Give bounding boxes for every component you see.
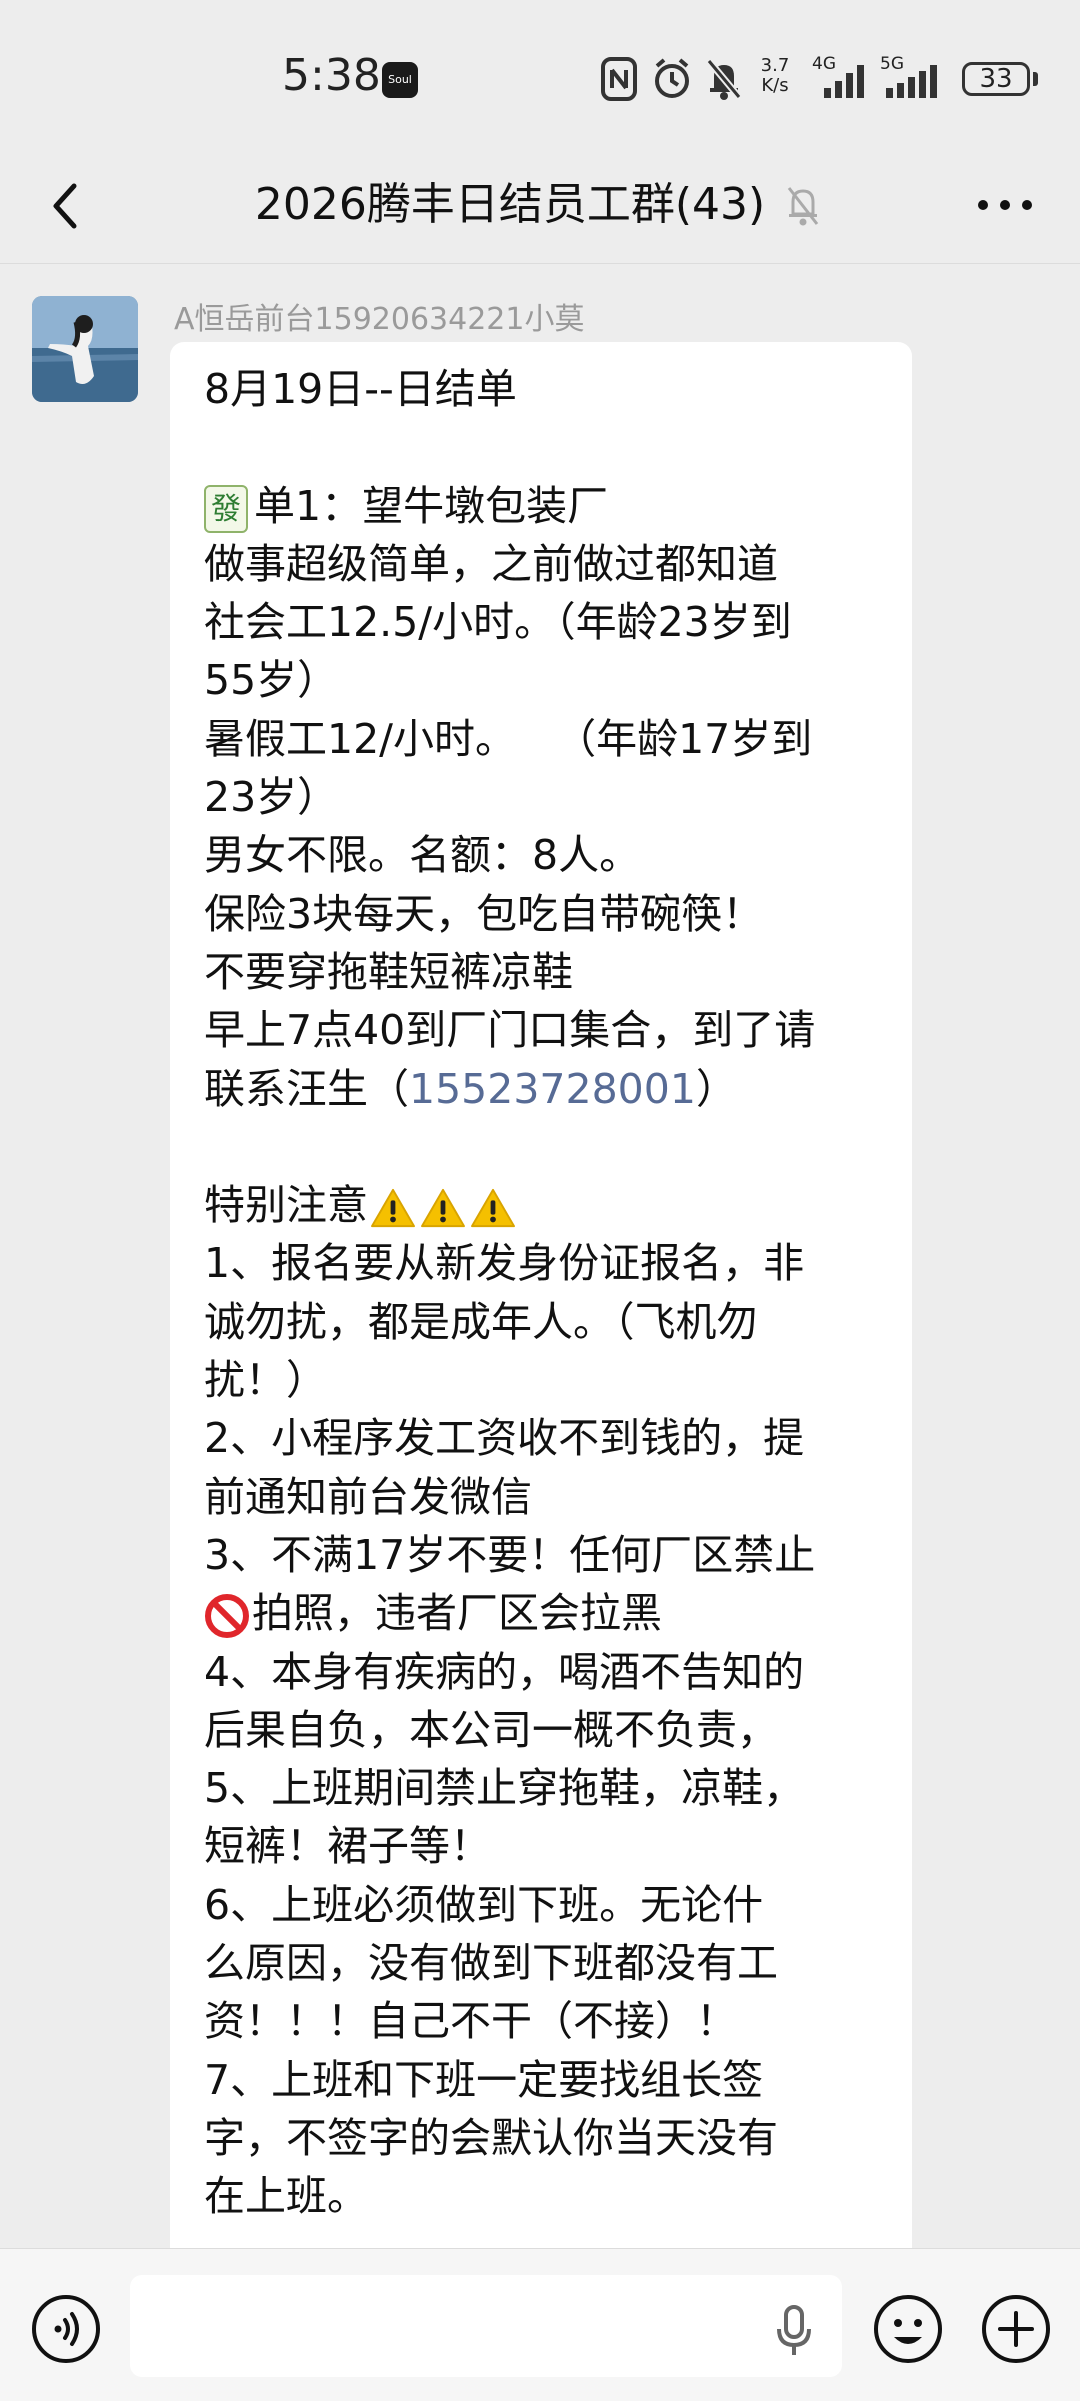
message-line-text: ） <box>695 1064 737 1113</box>
message-line: 4、本身有疾病的，喝酒不告知的 <box>204 1647 805 1696</box>
avatar[interactable] <box>32 296 138 402</box>
mute-bell-icon <box>787 187 819 226</box>
message-line: 男女不限。名额：8人。 <box>204 831 641 880</box>
message-line: 在上班。 <box>204 2172 368 2221</box>
message-line: 5、上班期间禁止穿拖鞋，凉鞋， <box>204 1764 805 1813</box>
avatar-image <box>32 296 138 402</box>
message-line: 不要穿拖鞋短裤凉鞋 <box>204 947 573 996</box>
message-line: 發单1：望牛墩包装厂 <box>204 477 894 535</box>
nfc-icon <box>601 57 637 101</box>
message-bubble[interactable]: 8月19日--日结单 發单1：望牛墩包装厂 做事超级简单，之前做过都知道 社会工… <box>170 342 912 2262</box>
chat-header: 2026腾丰日结员工群(43) <box>0 150 1080 265</box>
more-icon[interactable] <box>975 195 1035 215</box>
message-line: 2、小程序发工资收不到钱的，提 <box>204 1414 805 1463</box>
warning-icon <box>471 1189 515 1228</box>
header-divider <box>0 263 1080 264</box>
no-entry-icon <box>205 1594 249 1639</box>
message-line: 资！！！自己不干（不接）！ <box>204 1997 737 2046</box>
message-line: 社会工12.5/小时。（年龄23岁到 <box>204 598 792 647</box>
message-line: 8月19日--日结单 <box>204 365 517 413</box>
status-bar: 5:38 Soul 3.7 K/s 4G 5G 33 <box>0 0 1080 150</box>
message-line: 55岁） <box>204 656 339 705</box>
message-line-text: 特别注意 <box>204 1181 368 1230</box>
status-time: 5:38 <box>282 50 381 101</box>
message-line: 短裤！裙子等！ <box>204 1822 491 1871</box>
message-line-text: 拍照，违者厂区会拉黑 <box>252 1589 662 1638</box>
mahjong-fa-icon: 發 <box>204 484 248 533</box>
message-line-text: 联系汪生（ <box>204 1064 409 1113</box>
message-line: 做事超级简单，之前做过都知道 <box>204 539 778 588</box>
message-line: 后果自负，本公司一概不负责， <box>204 1705 778 1754</box>
battery-icon: 33 <box>962 62 1030 96</box>
voice-icon[interactable] <box>30 2293 102 2365</box>
silent-bell-icon <box>706 58 742 100</box>
message-line-text: 单1：望牛墩包装厂 <box>254 481 609 530</box>
signal-icon <box>886 65 937 98</box>
message-line: 7、上班和下班一定要找组长签 <box>204 2055 764 2104</box>
sender-name: A恒岳前台15920634221小莫 <box>174 302 585 337</box>
message-line: 拍照，违者厂区会拉黑 <box>204 1584 894 1642</box>
message-line: 字，不签字的会默认你当天没有 <box>204 2113 778 2162</box>
message-line: 6、上班必须做到下班。无论什 <box>204 1880 764 1929</box>
plus-icon[interactable] <box>980 2293 1052 2365</box>
message-line: 3、不满17岁不要！任何厂区禁止 <box>204 1530 816 1579</box>
battery-tip <box>1033 72 1038 86</box>
net-speed: 3.7 K/s <box>755 56 795 96</box>
message-line: 特别注意 <box>204 1176 894 1234</box>
message-line: 前通知前台发微信 <box>204 1472 532 1521</box>
message-line: 1、报名要从新发身份证报名，非 <box>204 1239 805 1288</box>
message-line: 扰！） <box>204 1356 327 1405</box>
signal-icon <box>824 65 864 98</box>
phone-link[interactable]: 15523728001 <box>409 1065 696 1113</box>
mic-icon[interactable] <box>774 2303 814 2359</box>
net-speed-value: 3.7 <box>760 55 790 76</box>
message-line: 23岁） <box>204 773 339 822</box>
warning-icon <box>371 1189 415 1228</box>
input-bar <box>0 2248 1080 2401</box>
message-line: 诚勿扰，都是成年人。（飞机勿 <box>204 1297 758 1346</box>
message-text: 8月19日--日结单 發单1：望牛墩包装厂 做事超级简单，之前做过都知道 社会工… <box>204 360 894 2226</box>
emoji-icon[interactable] <box>872 2293 944 2365</box>
message-line: 早上7点40到厂门口集合，到了请 <box>204 1006 816 1055</box>
alarm-icon <box>655 58 689 98</box>
message-input[interactable] <box>130 2275 842 2377</box>
message-line: 联系汪生（15523728001） <box>204 1060 894 1118</box>
chat-title-wrap: 2026腾丰日结员工群(43) <box>0 170 1080 240</box>
message-line: 暑假工12/小时。 （年龄17岁到 <box>204 714 813 763</box>
message-line: 保险3块每天，包吃自带碗筷！ <box>204 889 764 938</box>
message-line: 么原因，没有做到下班都没有工 <box>204 1939 778 1988</box>
chat-title[interactable]: 2026腾丰日结员工群(43) <box>255 179 765 230</box>
warning-icon <box>421 1189 465 1228</box>
net-speed-unit: K/s <box>761 75 789 96</box>
soul-app-icon: Soul <box>382 62 418 98</box>
